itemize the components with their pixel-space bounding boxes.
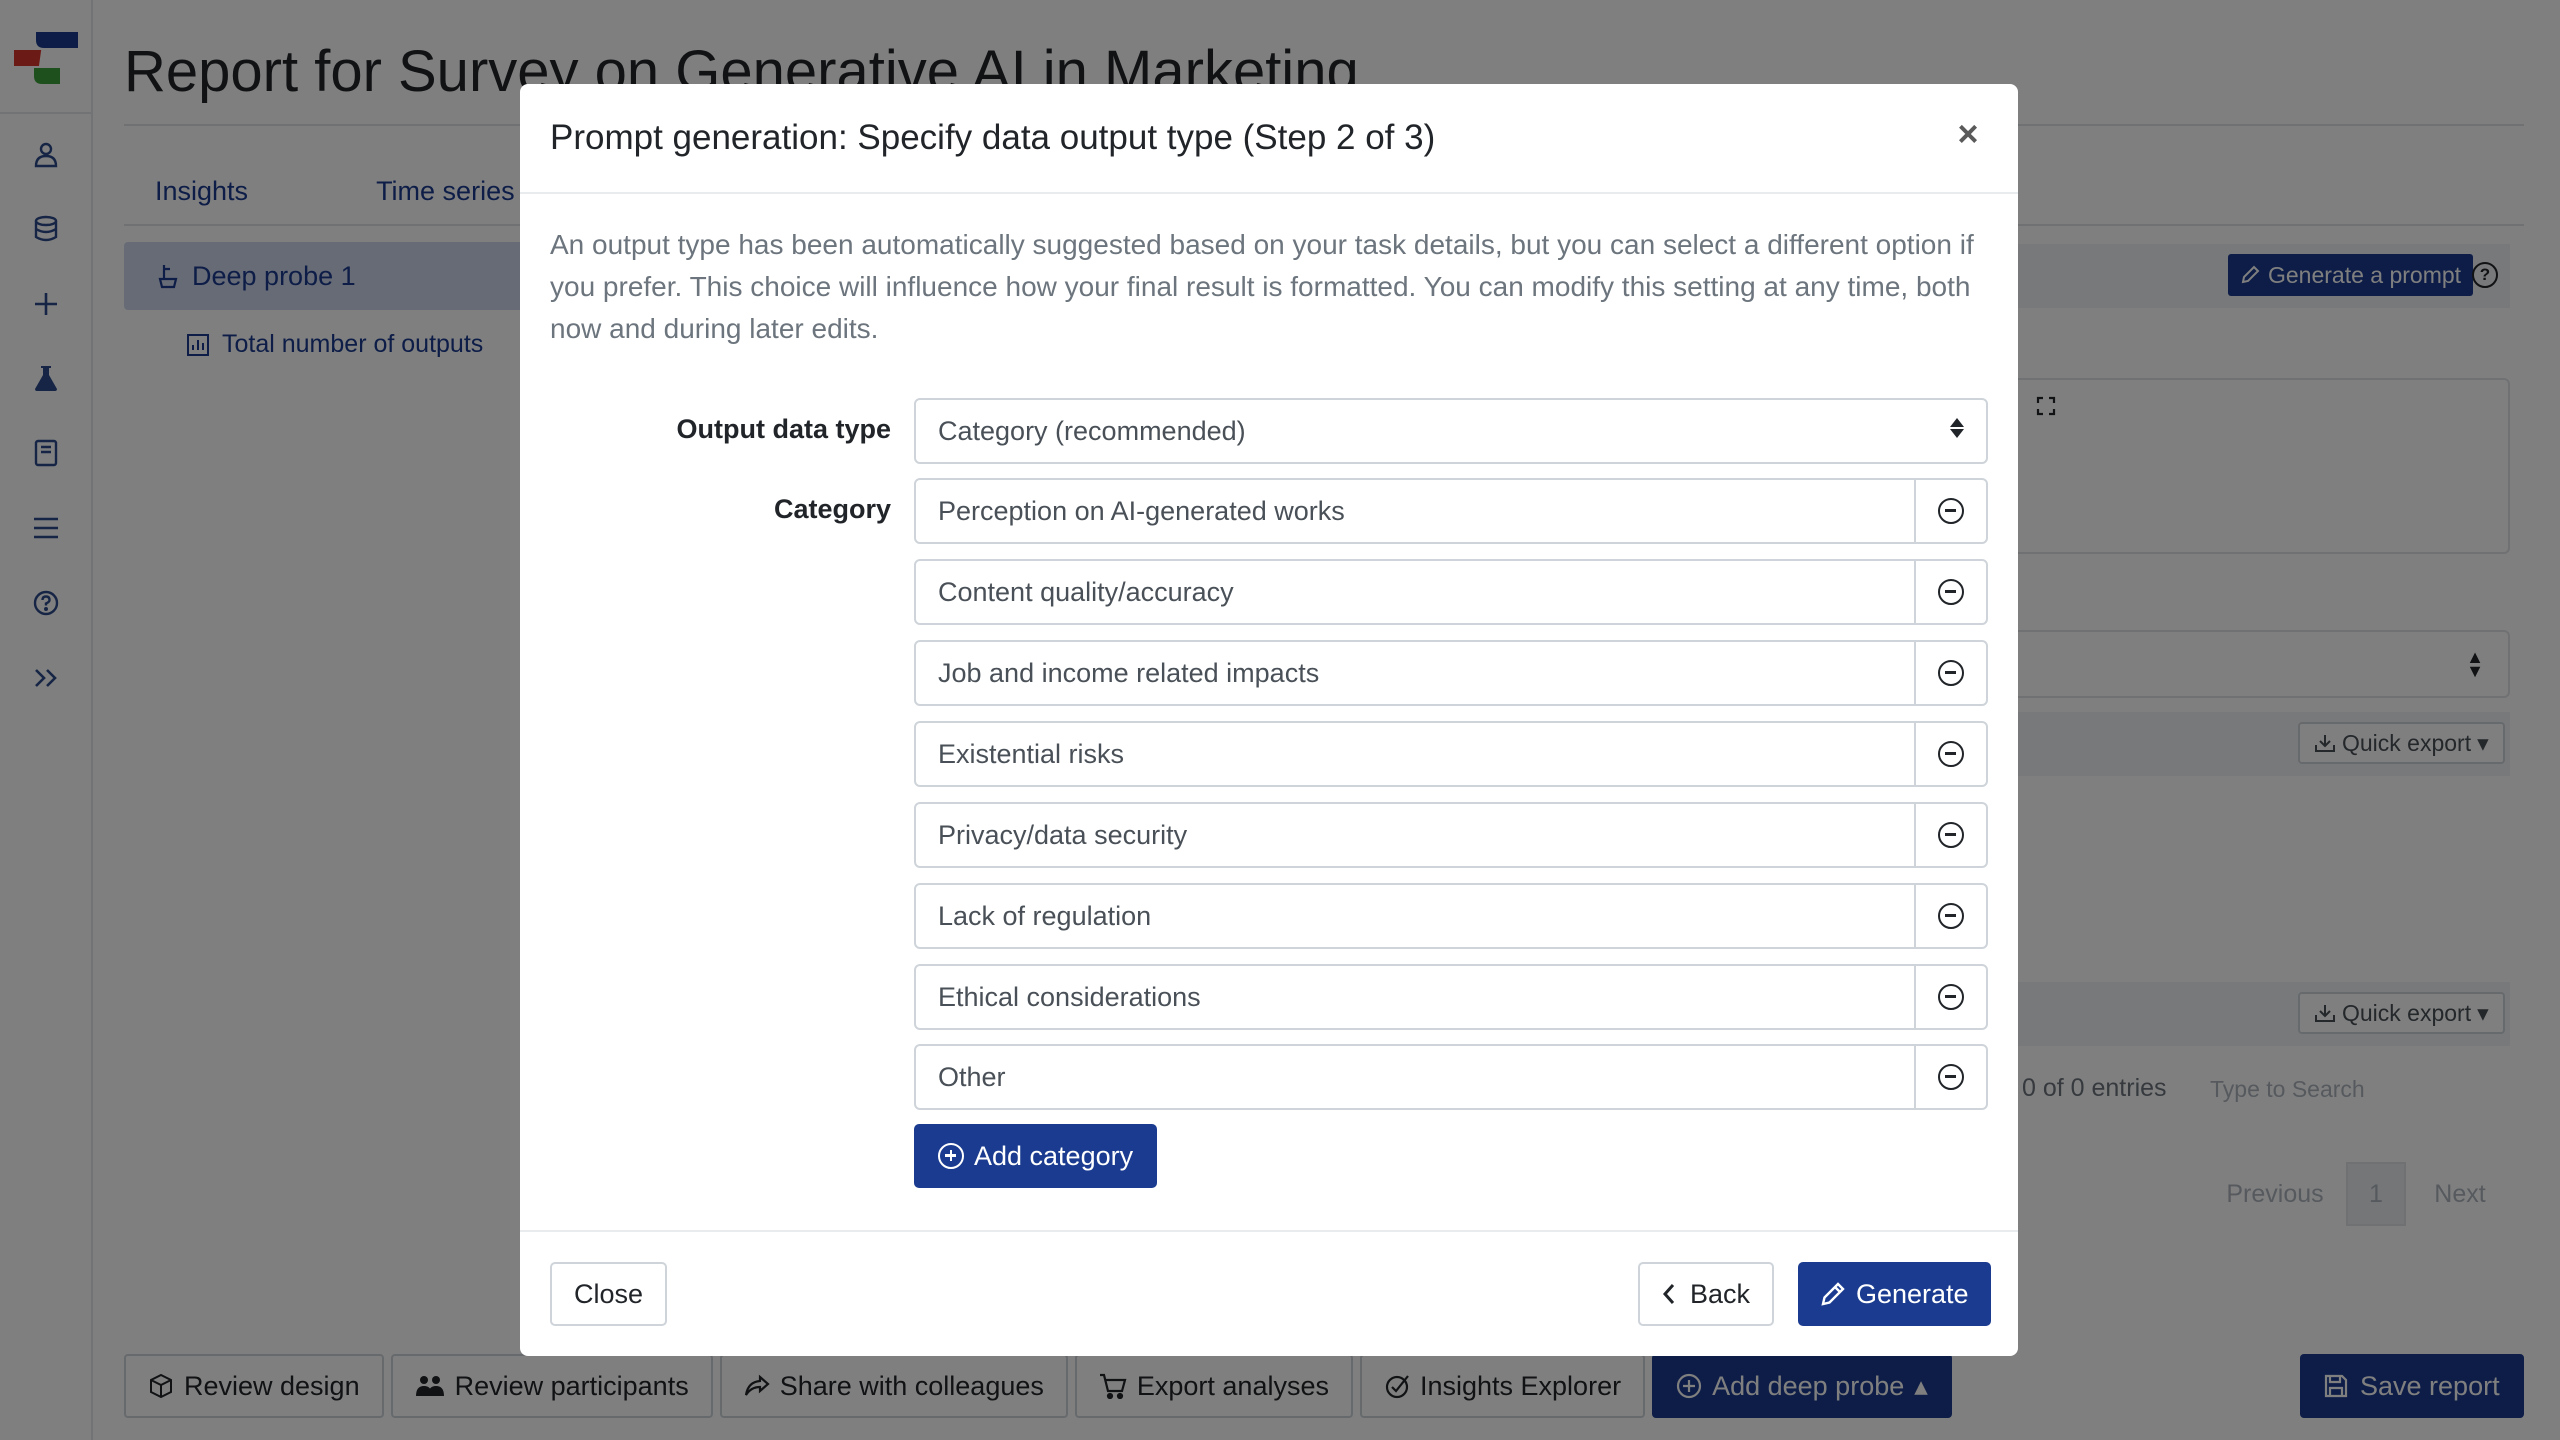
category-input[interactable] [914,559,1916,625]
prompt-generation-modal: Prompt generation: Specify data output t… [520,84,2018,1356]
category-input[interactable] [914,478,1916,544]
category-row [914,478,1988,544]
modal-footer: Close Back Generate [520,1230,2018,1356]
remove-category-button[interactable] [1916,883,1988,949]
output-type-value: Category (recommended) [938,415,1246,446]
category-input[interactable] [914,1044,1916,1110]
remove-category-button[interactable] [1916,721,1988,787]
remove-category-button[interactable] [1916,640,1988,706]
output-type-label: Output data type [676,414,892,444]
generate-button[interactable]: Generate [1798,1262,1991,1326]
output-type-select[interactable]: Category (recommended) [914,398,1988,464]
minus-circle-icon [1938,1064,1964,1090]
modal-title: Prompt generation: Specify data output t… [550,118,1436,157]
remove-category-button[interactable] [1916,1044,1988,1110]
modal-header: Prompt generation: Specify data output t… [520,84,2018,194]
minus-circle-icon [1938,984,1964,1010]
category-label: Category [773,494,891,524]
category-row [914,883,1988,949]
remove-category-button[interactable] [1916,964,1988,1030]
remove-category-button[interactable] [1916,478,1988,544]
minus-circle-icon [1938,903,1964,929]
modal-description: An output type has been automatically su… [550,229,1974,344]
minus-circle-icon [1938,741,1964,767]
minus-circle-icon [1938,498,1964,524]
category-input[interactable] [914,964,1916,1030]
remove-category-button[interactable] [1916,802,1988,868]
chevron-left-icon [1662,1284,1675,1304]
category-input[interactable] [914,640,1916,706]
category-input[interactable] [914,883,1916,949]
select-arrows-icon [1950,418,1964,438]
plus-circle-icon [938,1143,964,1169]
category-row [914,721,1988,787]
category-row [914,640,1988,706]
minus-circle-icon [1938,822,1964,848]
category-row [914,802,1988,868]
close-icon[interactable]: × [1948,113,1988,154]
close-button[interactable]: Close [550,1262,668,1326]
minus-circle-icon [1938,660,1964,686]
category-input[interactable] [914,721,1916,787]
add-category-button[interactable]: Add category [914,1124,1158,1188]
pencil-icon [1821,1282,1845,1306]
category-row [914,559,1988,625]
category-row [914,964,1988,1030]
category-input[interactable] [914,802,1916,868]
back-button[interactable]: Back [1638,1262,1775,1326]
category-row [914,1044,1988,1110]
minus-circle-icon [1938,579,1964,605]
remove-category-button[interactable] [1916,559,1988,625]
